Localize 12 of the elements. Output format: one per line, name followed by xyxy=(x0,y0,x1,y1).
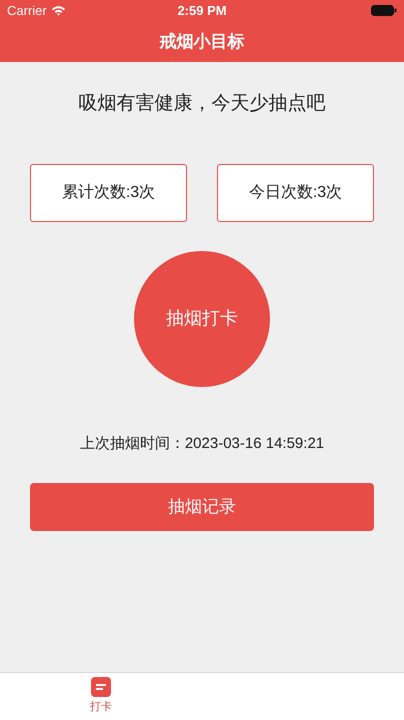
records-button[interactable]: 抽烟记录 xyxy=(30,483,374,531)
nav-title: 戒烟小目标 xyxy=(160,30,244,53)
card-icon xyxy=(91,677,111,698)
carrier-label: Carrier xyxy=(7,2,47,20)
counter-box: 今日次数:3次 xyxy=(217,164,374,222)
wifi-icon xyxy=(50,5,66,16)
checkin-button[interactable]: 抽烟打卡 xyxy=(134,250,270,386)
clock-time: 2:59 PM xyxy=(177,2,227,20)
last-time-text: 上次抽烟时间：2023-03-16 14:59:21 xyxy=(80,434,324,454)
battery-icon xyxy=(371,5,398,16)
headline: 吸烟有害健康，今天少抽点吧 xyxy=(78,92,326,116)
counter-box: 累计次数:3次 xyxy=(30,164,187,222)
